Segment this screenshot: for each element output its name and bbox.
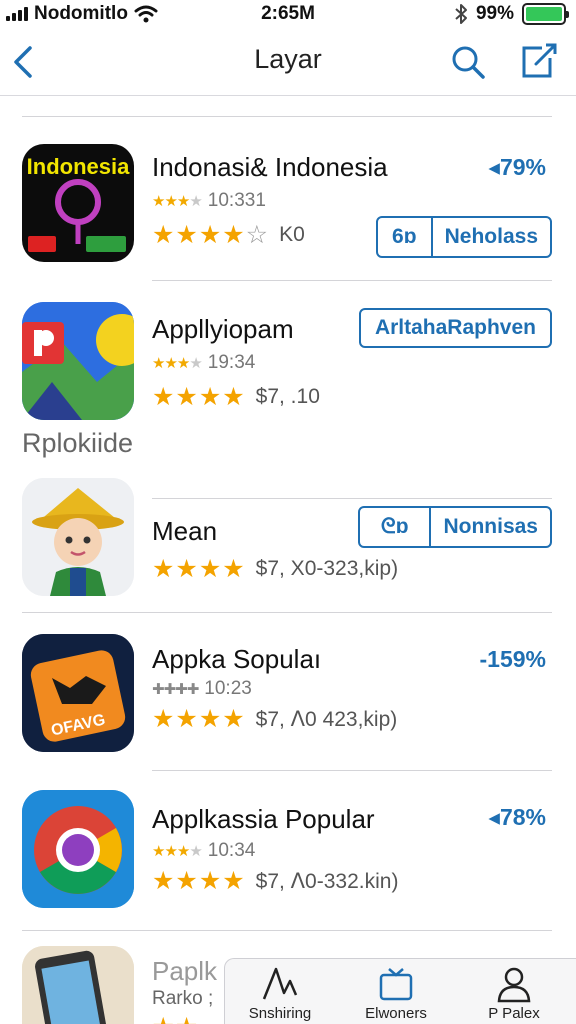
app-rating: ★★★★☆ K0 — [152, 220, 305, 250]
app-icon-appka: OFAVG — [22, 634, 134, 752]
rating-text: $7, .10 — [255, 385, 320, 408]
app-meta-text: 19:34 — [207, 352, 256, 373]
app-icon-mean — [22, 478, 134, 596]
app-meta-text: 10:34 — [207, 840, 256, 861]
battery-icon — [522, 3, 569, 25]
activity-icon — [262, 967, 298, 1000]
tab-label: P Palex — [488, 1005, 540, 1022]
divider — [22, 930, 552, 931]
action-button[interactable]: ArltahaRaphven — [358, 308, 552, 348]
percent-badge: ◂79% — [488, 154, 546, 180]
tab-item[interactable]: P Palex — [459, 965, 569, 1022]
page-title: Layar — [254, 44, 322, 74]
app-name[interactable]: Applkassia Popular — [152, 804, 375, 835]
tab-item[interactable]: Elwoners — [341, 965, 451, 1022]
app-meta-text: 10:331 — [207, 190, 266, 211]
bluetooth-icon — [455, 4, 467, 24]
action-button-left[interactable]: ᘓɒ — [360, 508, 429, 546]
tab-label: Elwoners — [365, 1005, 427, 1022]
app-meta: ★★★★ 19:34 — [152, 352, 255, 374]
app-row[interactable]: OFAVG Appka Sopulaı ✚✚✚✚ 10:23 ★★★★ $7, … — [0, 632, 576, 760]
star-rating-icon: ★★★★ — [152, 555, 246, 583]
star-rating-icon: ★★★★ — [152, 383, 246, 411]
status-right: 99% — [454, 3, 569, 25]
app-icon-chrome — [22, 790, 134, 908]
app-icon-indonesia: Indonesia — [22, 144, 134, 262]
icon-lettering: Indonesia — [27, 154, 130, 179]
app-meta-text: 10:23 — [204, 678, 252, 699]
app-row[interactable]: Indonesia Indonasi& Indonesia ★★★★ 10:33… — [0, 140, 576, 280]
action-button-group: 6ɒ Neholass — [376, 216, 552, 258]
tab-label: Snshiring — [248, 1005, 312, 1022]
rating-text: $7, X0-323,kip) — [255, 557, 399, 580]
action-button-right[interactable]: Nonnisas — [429, 508, 550, 546]
app-name[interactable]: Paplk — [152, 956, 217, 987]
mini-stars: ★★★★ — [152, 193, 203, 210]
rating-text: $7, ᐱ0 423,kip) — [255, 707, 398, 731]
app-meta: ★★★★ 10:34 — [152, 840, 255, 862]
percent-badge: ◂78% — [488, 804, 546, 830]
star-rating-icon: ★★★★ — [152, 867, 246, 895]
divider — [152, 770, 552, 771]
app-rating: ★★ — [152, 1012, 199, 1024]
app-icon-appllyiopam — [22, 302, 134, 420]
section-heading: Rplokiide — [22, 428, 134, 458]
app-name[interactable]: Appllyiopam — [152, 314, 294, 345]
rating-text: $7, ᐱ0-332.kin) — [255, 869, 399, 893]
app-rating: ★★★★ $7, .10 — [152, 382, 320, 412]
action-button-left[interactable]: 6ɒ — [378, 218, 431, 256]
star-rating-icon: ★★★★☆ — [152, 221, 270, 249]
star-rating-icon: ★★ — [152, 1012, 199, 1024]
battery-percent: 99% — [475, 3, 514, 24]
app-icon-paplk — [22, 946, 134, 1024]
app-row[interactable]: Applkassia Popular ★★★★ 10:34 ★★★★ $7, ᐱ… — [0, 790, 576, 920]
action-button-group: ᘓɒ Nonnisas — [358, 506, 552, 548]
mini-stars: ★★★★ — [152, 843, 203, 860]
search-icon[interactable] — [448, 42, 488, 82]
app-meta: ★★★★ 10:331 — [152, 190, 266, 212]
star-rating-icon: ★★★★ — [152, 705, 246, 733]
battery-fill — [526, 7, 562, 21]
app-meta: ✚✚✚✚ 10:23 — [152, 678, 252, 700]
app-row[interactable]: Mean ★★★★ $7, X0-323,kip) ᘓɒ Nonnisas — [0, 476, 576, 606]
tab-item[interactable]: Snshiring — [225, 965, 335, 1022]
app-rating: ★★★★ $7, ᐱ0-332.kin) — [152, 866, 398, 896]
app-rating: ★★★★ $7, X0-323,kip) — [152, 554, 398, 584]
person-icon — [497, 967, 531, 1003]
app-rating: ★★★★ $7, ᐱ0 423,kip) — [152, 704, 397, 734]
action-button-right[interactable]: Neholass — [430, 218, 550, 256]
compose-icon[interactable] — [518, 40, 560, 82]
rating-text: K0 — [279, 223, 305, 246]
app-row[interactable]: Appllyiopam ★★★★ 19:34 ★★★★ $7, .10 Arlt… — [0, 300, 576, 420]
divider — [22, 612, 552, 613]
divider — [22, 116, 552, 117]
app-name[interactable]: Mean — [152, 516, 217, 547]
tab-bar: Snshiring Elwoners P Palex — [224, 958, 576, 1024]
divider — [152, 280, 552, 281]
app-name[interactable]: Indonasi& Indonesia — [152, 152, 388, 183]
status-bar: Nodomitlo 2:65M 99% — [0, 0, 576, 30]
app-meta: Rarko ; — [152, 988, 214, 1009]
mini-stars: ✚✚✚✚ — [152, 681, 199, 698]
navigation-bar: Layar — [0, 30, 576, 96]
percent-badge: -159% — [479, 646, 546, 672]
updates-icon — [379, 968, 413, 1001]
app-name[interactable]: Appka Sopulaı — [152, 644, 321, 675]
mini-stars: ★★★★ — [152, 355, 203, 372]
